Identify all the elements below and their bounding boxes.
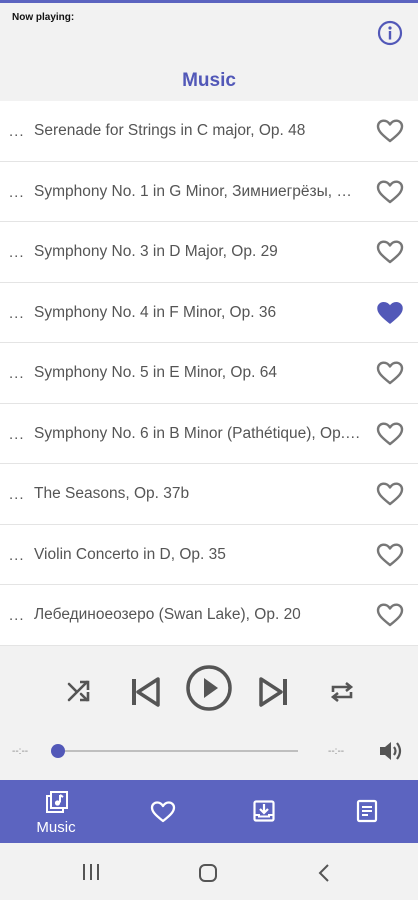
list-item[interactable]: ... Symphony No. 6 in B Minor (Pathétique… <box>0 404 418 464</box>
track-menu-dots[interactable]: ... <box>9 426 25 443</box>
track-title: Symphony No. 5 in E Minor, Op. 64 <box>34 364 277 381</box>
info-icon[interactable] <box>377 20 403 46</box>
heart-filled-icon[interactable] <box>376 300 404 326</box>
track-menu-dots[interactable]: ... <box>9 607 25 624</box>
track-title: Symphony No. 6 in B Minor (Pathétique), … <box>34 424 362 442</box>
heart-icon <box>150 801 176 823</box>
track-title: Violin Concerto in D, Op. 35 <box>34 545 226 563</box>
heart-icon[interactable] <box>376 421 404 447</box>
list-item[interactable]: ... Symphony No. 1 in G Minor, Зимниегрёз… <box>0 162 418 222</box>
track-list: ... Serenade for Strings in C major, Op. … <box>0 101 418 646</box>
now-playing-label: Now playing: <box>12 12 75 23</box>
bottom-navigation: Music <box>0 780 418 843</box>
seek-bar[interactable] <box>58 750 298 752</box>
nav-item-favorites[interactable] <box>112 780 214 843</box>
player-controls: --:-- --:-- <box>0 655 418 780</box>
list-item[interactable]: ... Symphony No. 4 in F Minor, Op. 36 <box>0 283 418 343</box>
list-item[interactable]: ... Serenade for Strings in C major, Op. … <box>0 101 418 162</box>
track-menu-dots[interactable]: ... <box>9 365 25 382</box>
repeat-icon[interactable] <box>328 679 356 705</box>
remaining-time: --:-- <box>328 746 345 757</box>
track-title: Лебединоеозеро (Swan Lake), Op. 20 <box>34 606 301 623</box>
track-menu-dots[interactable]: ... <box>9 123 25 140</box>
header: Now playing: Music <box>0 3 418 103</box>
play-button[interactable] <box>185 664 233 712</box>
next-icon[interactable] <box>257 675 291 709</box>
track-menu-dots[interactable]: ... <box>9 486 25 503</box>
home-icon[interactable] <box>198 863 218 883</box>
download-icon <box>253 800 275 822</box>
nav-item-downloads[interactable] <box>214 780 316 843</box>
seek-thumb[interactable] <box>51 744 65 758</box>
list-item[interactable]: ... The Seasons, Op. 37b <box>0 464 418 525</box>
list-item[interactable]: ... Symphony No. 5 in E Minor, Op. 64 <box>0 343 418 404</box>
recent-apps-icon[interactable] <box>81 863 101 881</box>
notes-icon <box>356 799 378 823</box>
heart-icon[interactable] <box>376 481 404 507</box>
back-icon[interactable] <box>317 863 331 883</box>
track-menu-dots[interactable]: ... <box>9 244 25 261</box>
track-title: Symphony No. 1 in G Minor, Зимниегрёзы, … <box>34 182 362 200</box>
heart-icon[interactable] <box>376 360 404 386</box>
track-menu-dots[interactable]: ... <box>9 547 25 564</box>
heart-icon[interactable] <box>376 239 404 265</box>
heart-icon[interactable] <box>376 542 404 568</box>
track-menu-dots[interactable]: ... <box>9 305 25 322</box>
track-title: Serenade for Strings in C major, Op. 48 <box>34 122 306 139</box>
elapsed-time: --:-- <box>12 746 29 757</box>
heart-icon[interactable] <box>376 602 404 628</box>
list-item[interactable]: ... Violin Concerto in D, Op. 35 <box>0 525 418 585</box>
heart-icon[interactable] <box>376 118 404 144</box>
shuffle-icon[interactable] <box>66 679 92 705</box>
track-title: Symphony No. 4 in F Minor, Op. 36 <box>34 303 277 321</box>
track-title: Symphony No. 3 in D Major, Op. 29 <box>34 243 278 260</box>
music-library-icon <box>46 791 68 813</box>
system-navigation-bar <box>0 843 418 900</box>
page-title: Music <box>182 70 236 91</box>
previous-icon[interactable] <box>128 675 162 709</box>
list-item[interactable]: ... Лебединоеозеро (Swan Lake), Op. 20 <box>0 585 418 646</box>
track-title: The Seasons, Op. 37b <box>34 485 190 502</box>
volume-icon[interactable] <box>378 739 404 763</box>
list-item[interactable]: ... Symphony No. 3 in D Major, Op. 29 <box>0 222 418 283</box>
heart-icon[interactable] <box>376 179 404 205</box>
track-menu-dots[interactable]: ... <box>9 184 25 201</box>
nav-item-notes[interactable] <box>316 780 418 843</box>
nav-item-music[interactable]: Music <box>0 780 112 843</box>
nav-label-music: Music <box>36 819 76 836</box>
